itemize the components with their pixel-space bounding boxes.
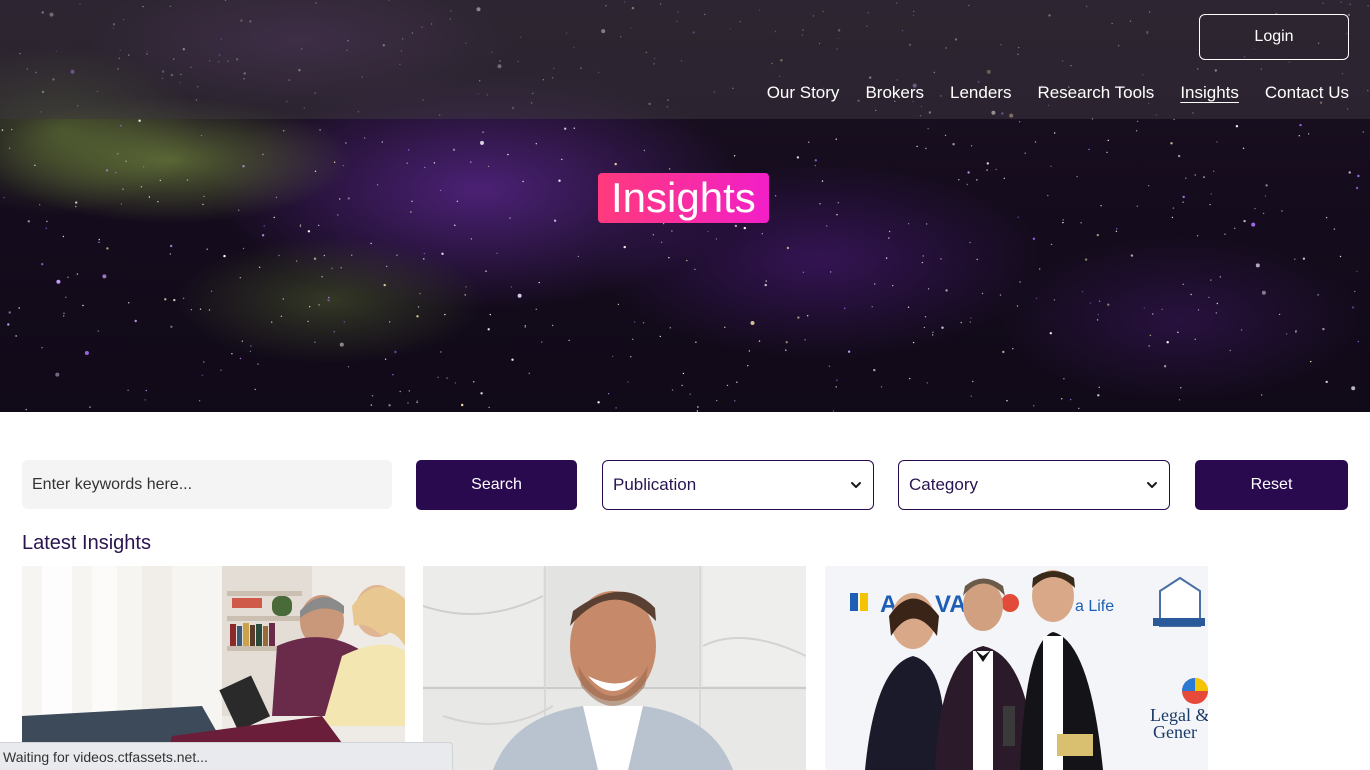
page-title: Insights (598, 173, 769, 223)
older-couple-reading-tablet-photo (22, 566, 405, 770)
nav-research-tools[interactable]: Research Tools (1037, 83, 1154, 103)
nav-lenders[interactable]: Lenders (950, 83, 1011, 103)
insight-card[interactable] (423, 566, 806, 770)
search-input[interactable] (22, 460, 392, 509)
login-button[interactable]: Login (1199, 14, 1349, 60)
insight-card[interactable]: A VA a Life Legal & Gener (825, 566, 1208, 770)
category-select-value: Category (909, 475, 978, 494)
browser-status-bar: Waiting for videos.ctfassets.net... (0, 742, 453, 770)
section-title: Latest Insights (22, 532, 151, 554)
sponsor-logo-text: Gener (1153, 722, 1197, 742)
publication-select-value: Publication (613, 475, 697, 494)
main-nav: Our Story Brokers Lenders Research Tools… (767, 83, 1349, 103)
publication-select[interactable]: Publication (602, 460, 874, 510)
top-navbar: Login Our Story Brokers Lenders Research… (0, 0, 1370, 119)
nav-contact-us[interactable]: Contact Us (1265, 83, 1349, 103)
sponsor-logo-icon (850, 593, 858, 611)
nav-insights[interactable]: Insights (1180, 83, 1239, 103)
chevron-down-icon (851, 482, 861, 488)
search-button[interactable]: Search (416, 460, 577, 510)
awards-event-three-people-photo: A VA a Life Legal & Gener (825, 566, 1208, 770)
category-select[interactable]: Category (898, 460, 1170, 510)
nav-brokers[interactable]: Brokers (865, 83, 924, 103)
chevron-down-icon (1147, 482, 1157, 488)
sponsor-logo-text: VA (935, 591, 967, 618)
sponsor-logo-text: a Life (1075, 598, 1114, 615)
nav-our-story[interactable]: Our Story (767, 83, 840, 103)
smiling-man-marble-wall-photo (423, 566, 806, 770)
reset-button[interactable]: Reset (1195, 460, 1348, 510)
hero-banner: Login Our Story Brokers Lenders Research… (0, 0, 1370, 412)
insight-card[interactable] (22, 566, 405, 770)
